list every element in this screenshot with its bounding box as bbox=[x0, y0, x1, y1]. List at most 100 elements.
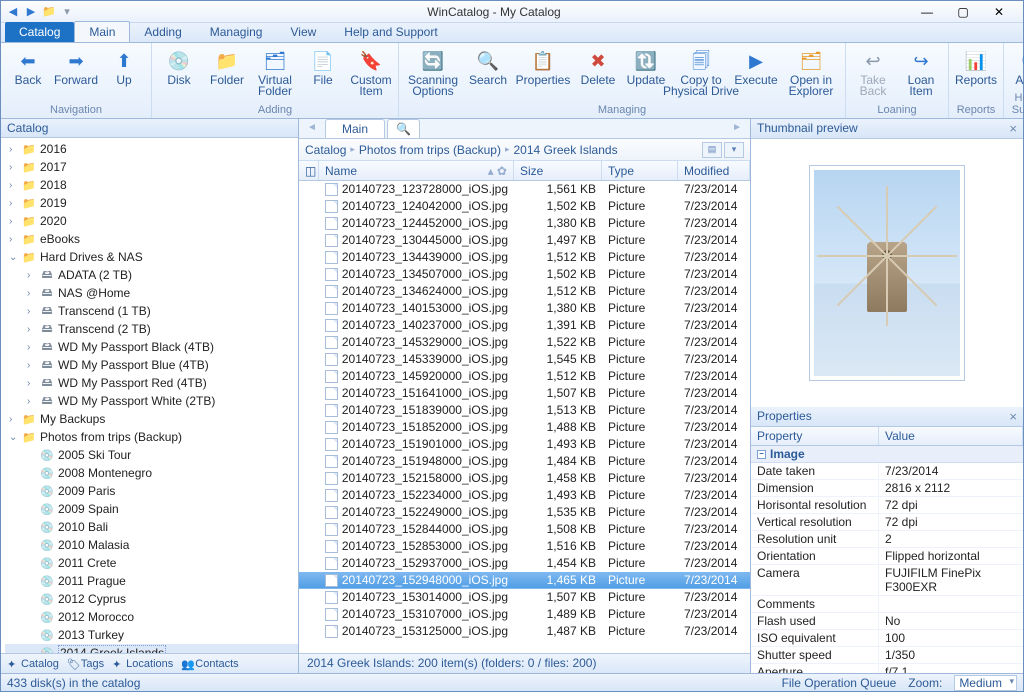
execute-button[interactable]: ▶Execute bbox=[735, 45, 777, 103]
file-row[interactable]: 20140723_153107000_iOS.jpg1,489 KBPictur… bbox=[299, 606, 750, 623]
tree-item[interactable]: ›📁My Backups bbox=[5, 410, 298, 428]
back-button[interactable]: ⬅Back bbox=[7, 45, 49, 103]
back-nav-icon[interactable]: ◀ bbox=[5, 4, 21, 20]
tree-item[interactable]: ›📁2020 bbox=[5, 212, 298, 230]
tree-item[interactable]: 💿2009 Spain bbox=[5, 500, 298, 518]
scanning-options-button[interactable]: 🔄Scanning Options bbox=[405, 45, 461, 103]
close-properties-icon[interactable]: × bbox=[1009, 409, 1017, 424]
catalog-tree[interactable]: ›📁2016›📁2017›📁2018›📁2019›📁2020›📁eBooks⌄📁… bbox=[1, 138, 298, 653]
view-dropdown-button[interactable]: ▾ bbox=[724, 142, 744, 158]
tree-item[interactable]: 💿2013 Turkey bbox=[5, 626, 298, 644]
breadcrumb-root[interactable]: Catalog bbox=[305, 143, 346, 157]
file-row[interactable]: 20140723_134507000_iOS.jpg1,502 KBPictur… bbox=[299, 266, 750, 283]
tree-item[interactable]: ⌄📁Photos from trips (Backup) bbox=[5, 428, 298, 446]
take-back-button[interactable]: ↩Take Back bbox=[852, 45, 894, 103]
tree-item[interactable]: 💿2010 Bali bbox=[5, 518, 298, 536]
tree-item[interactable]: 💿2014 Greek Islands bbox=[5, 644, 298, 653]
update-button[interactable]: 🔃Update bbox=[625, 45, 667, 103]
zoom-select[interactable]: Medium bbox=[954, 675, 1017, 691]
close-thumbnail-icon[interactable]: × bbox=[1009, 121, 1017, 136]
tab-catalog-bottom[interactable]: ✦Catalog bbox=[7, 658, 59, 670]
tree-item[interactable]: ›🖴Transcend (1 TB) bbox=[5, 302, 298, 320]
add-file-button[interactable]: 📄File bbox=[302, 45, 344, 103]
tree-item[interactable]: ⌄📁Hard Drives & NAS bbox=[5, 248, 298, 266]
tree-item[interactable]: ›📁eBooks bbox=[5, 230, 298, 248]
file-row[interactable]: 20140723_134624000_iOS.jpg1,512 KBPictur… bbox=[299, 283, 750, 300]
add-custom-item-button[interactable]: 🔖Custom Item bbox=[350, 45, 392, 103]
tree-item[interactable]: 💿2012 Cyprus bbox=[5, 590, 298, 608]
delete-button[interactable]: ✖Delete bbox=[577, 45, 619, 103]
file-row[interactable]: 20140723_134439000_iOS.jpg1,512 KBPictur… bbox=[299, 249, 750, 266]
file-row[interactable]: 20140723_152234000_iOS.jpg1,493 KBPictur… bbox=[299, 487, 750, 504]
close-button[interactable]: ✕ bbox=[985, 5, 1013, 19]
add-disk-button[interactable]: 💿Disk bbox=[158, 45, 200, 103]
col-type[interactable]: Type bbox=[602, 161, 678, 180]
tab-managing[interactable]: Managing bbox=[196, 22, 277, 42]
tree-item[interactable]: ›📁2017 bbox=[5, 158, 298, 176]
col-size[interactable]: Size bbox=[514, 161, 602, 180]
file-row[interactable]: 20140723_130445000_iOS.jpg1,497 KBPictur… bbox=[299, 232, 750, 249]
file-row[interactable]: 20140723_145329000_iOS.jpg1,522 KBPictur… bbox=[299, 334, 750, 351]
tree-item[interactable]: 💿2005 Ski Tour bbox=[5, 446, 298, 464]
tree-item[interactable]: ›🖴Transcend (2 TB) bbox=[5, 320, 298, 338]
file-row[interactable]: 20140723_152158000_iOS.jpg1,458 KBPictur… bbox=[299, 470, 750, 487]
file-row[interactable]: 20140723_153125000_iOS.jpg1,487 KBPictur… bbox=[299, 623, 750, 640]
search-button[interactable]: 🔍Search bbox=[467, 45, 509, 103]
up-button[interactable]: ⬆Up bbox=[103, 45, 145, 103]
property-group-image[interactable]: −Image bbox=[751, 446, 1023, 463]
file-row[interactable]: 20140723_124042000_iOS.jpg1,502 KBPictur… bbox=[299, 198, 750, 215]
tree-item[interactable]: 💿2012 Morocco bbox=[5, 608, 298, 626]
file-row[interactable]: 20140723_152937000_iOS.jpg1,454 KBPictur… bbox=[299, 555, 750, 572]
up-nav-icon[interactable]: 📁 bbox=[41, 4, 57, 20]
col-icon[interactable]: ◫ bbox=[299, 161, 319, 180]
tree-item[interactable]: 💿2011 Prague bbox=[5, 572, 298, 590]
file-row[interactable]: 20140723_145920000_iOS.jpg1,512 KBPictur… bbox=[299, 368, 750, 385]
loan-item-button[interactable]: ↪Loan Item bbox=[900, 45, 942, 103]
file-row[interactable]: 20140723_145339000_iOS.jpg1,545 KBPictur… bbox=[299, 351, 750, 368]
tab-help[interactable]: Help and Support bbox=[330, 22, 451, 42]
properties-button[interactable]: 📋Properties bbox=[515, 45, 571, 103]
tab-main[interactable]: Main bbox=[74, 21, 130, 42]
add-folder-button[interactable]: 📁Folder bbox=[206, 45, 248, 103]
maximize-button[interactable]: ▢ bbox=[949, 5, 977, 19]
tab-catalog[interactable]: Catalog bbox=[5, 22, 74, 42]
tree-item[interactable]: ›🖴WD My Passport Blue (4TB) bbox=[5, 356, 298, 374]
file-row[interactable]: 20140723_124452000_iOS.jpg1,380 KBPictur… bbox=[299, 215, 750, 232]
reports-button[interactable]: 📊Reports bbox=[955, 45, 997, 103]
col-name[interactable]: Name▴ ✿ bbox=[319, 161, 514, 180]
tab-contacts[interactable]: 👥Contacts bbox=[181, 658, 238, 670]
tab-locations[interactable]: ✦Locations bbox=[112, 658, 173, 670]
forward-nav-icon[interactable]: ▶ bbox=[23, 4, 39, 20]
tree-item[interactable]: ›🖴ADATA (2 TB) bbox=[5, 266, 298, 284]
tree-item[interactable]: 💿2011 Crete bbox=[5, 554, 298, 572]
tree-item[interactable]: ›🖴WD My Passport Black (4TB) bbox=[5, 338, 298, 356]
tree-item[interactable]: 💿2008 Montenegro bbox=[5, 464, 298, 482]
open-in-explorer-button[interactable]: 🗂Open in Explorer bbox=[783, 45, 839, 103]
file-row[interactable]: 20140723_151948000_iOS.jpg1,484 KBPictur… bbox=[299, 453, 750, 470]
copy-to-physical-drive-button[interactable]: 🗐Copy to Physical Drive bbox=[673, 45, 729, 103]
minimize-button[interactable]: — bbox=[913, 5, 941, 19]
tree-item[interactable]: ›🖴WD My Passport White (2TB) bbox=[5, 392, 298, 410]
tree-item[interactable]: 💿2009 Paris bbox=[5, 482, 298, 500]
tree-item[interactable]: 💿2010 Malasia bbox=[5, 536, 298, 554]
file-row[interactable]: 20140723_152853000_iOS.jpg1,516 KBPictur… bbox=[299, 538, 750, 555]
about-button[interactable]: ⓘAbout bbox=[1010, 45, 1024, 91]
file-tab-search[interactable]: 🔍 bbox=[387, 119, 420, 138]
view-details-button[interactable]: ▤ bbox=[702, 142, 722, 158]
forward-button[interactable]: ➡Forward bbox=[55, 45, 97, 103]
file-row[interactable]: 20140723_140153000_iOS.jpg1,380 KBPictur… bbox=[299, 300, 750, 317]
file-list[interactable]: 20140723_123728000_iOS.jpg1,561 KBPictur… bbox=[299, 181, 750, 653]
col-modified[interactable]: Modified bbox=[678, 161, 750, 180]
file-row[interactable]: 20140723_140237000_iOS.jpg1,391 KBPictur… bbox=[299, 317, 750, 334]
tab-adding[interactable]: Adding bbox=[130, 22, 195, 42]
tree-item[interactable]: ›🖴WD My Passport Red (4TB) bbox=[5, 374, 298, 392]
file-row[interactable]: 20140723_152249000_iOS.jpg1,535 KBPictur… bbox=[299, 504, 750, 521]
file-row[interactable]: 20140723_153014000_iOS.jpg1,507 KBPictur… bbox=[299, 589, 750, 606]
breadcrumb-folder[interactable]: Photos from trips (Backup) bbox=[359, 143, 501, 157]
tab-tags[interactable]: 🏷Tags bbox=[67, 658, 104, 670]
breadcrumb-current[interactable]: 2014 Greek Islands bbox=[514, 143, 618, 157]
dropdown-icon[interactable]: ▾ bbox=[59, 4, 75, 20]
tree-item[interactable]: ›🖴NAS @Home bbox=[5, 284, 298, 302]
file-row[interactable]: 20140723_152844000_iOS.jpg1,508 KBPictur… bbox=[299, 521, 750, 538]
add-virtual-folder-button[interactable]: 🗂Virtual Folder bbox=[254, 45, 296, 103]
